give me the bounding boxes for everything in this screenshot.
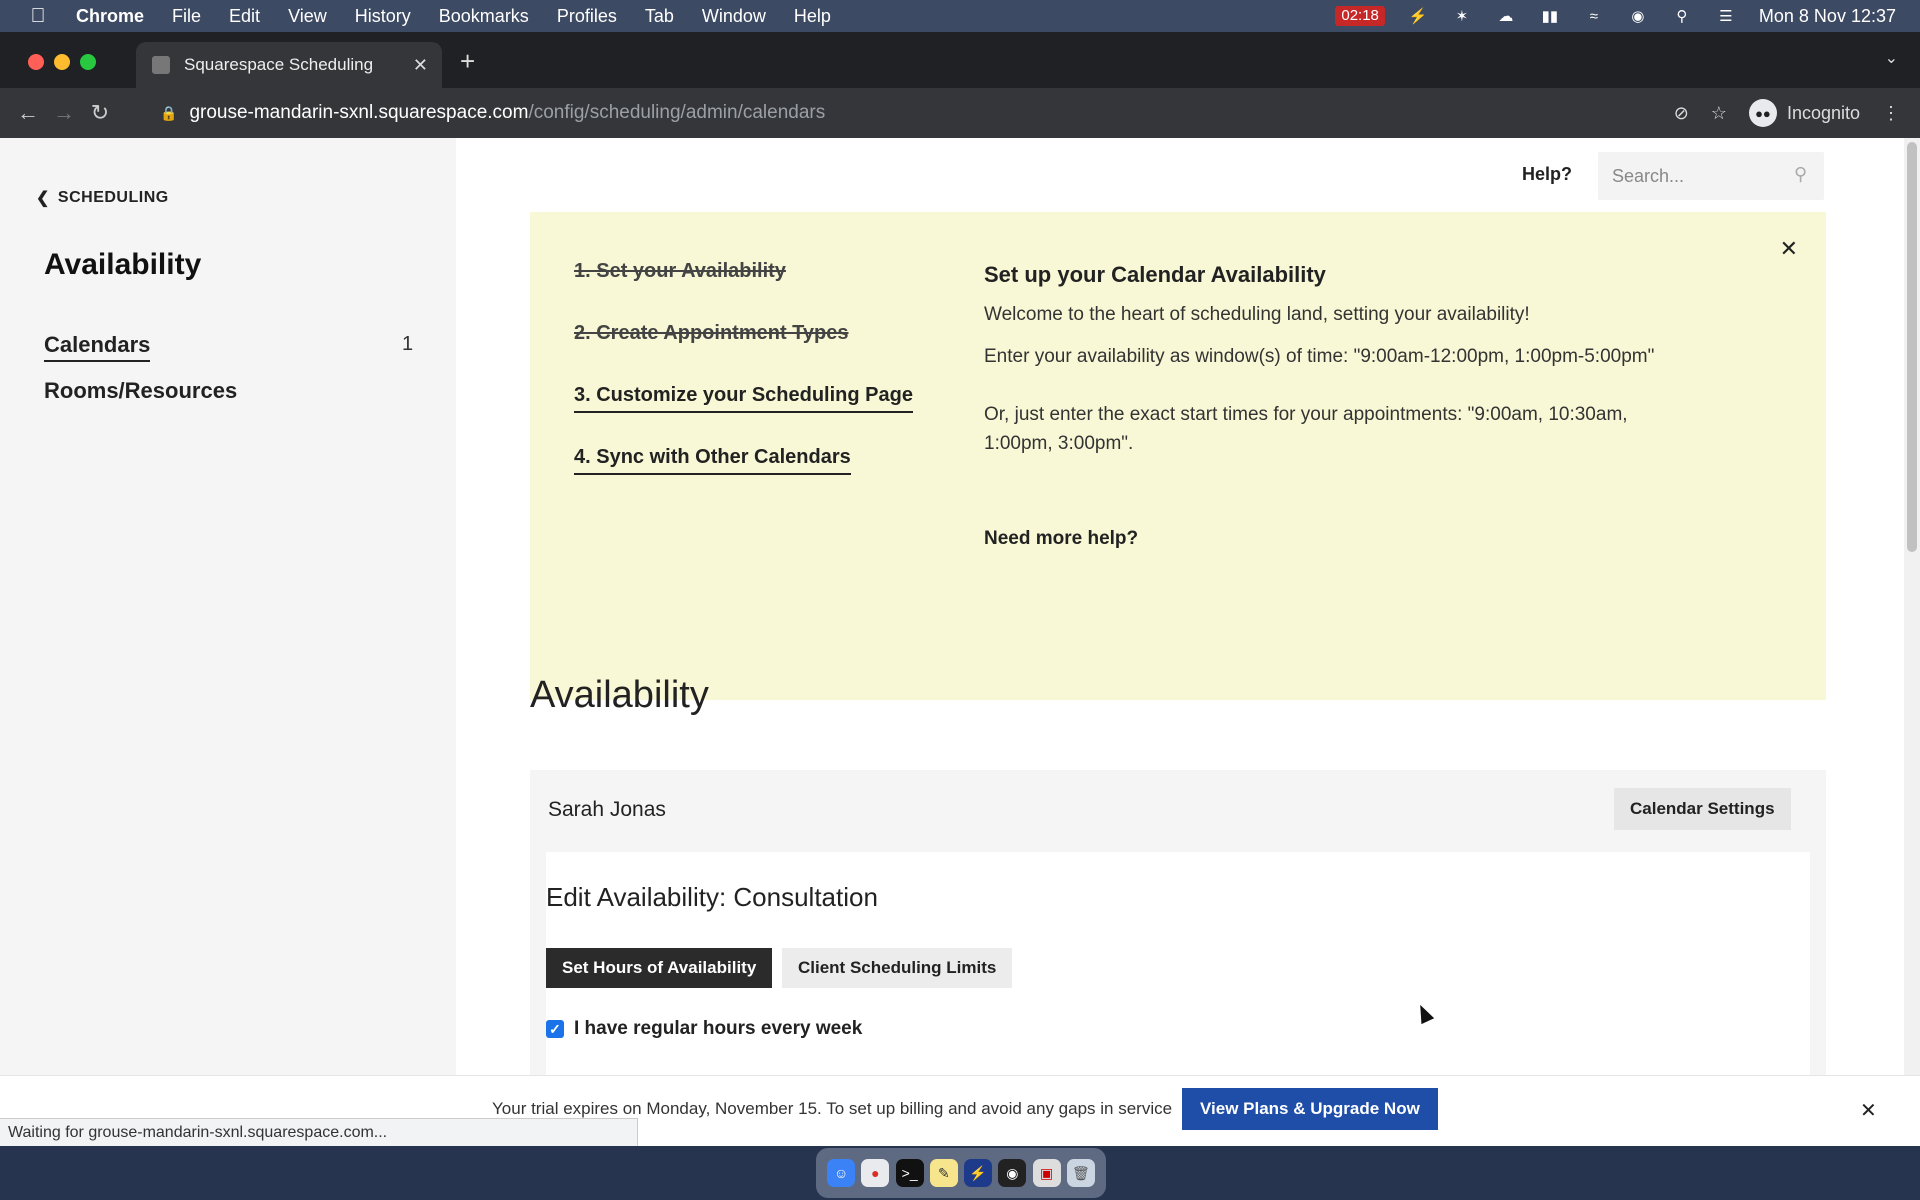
reeder-icon[interactable]: ⚡	[964, 1159, 993, 1187]
regular-hours-checkbox[interactable]: ✓	[546, 1020, 564, 1038]
menu-window[interactable]: Window	[702, 6, 766, 27]
menu-history[interactable]: History	[355, 6, 411, 27]
menubar-status-area: 02:18 ⚡ ✶ ☁ ▮▮ ≈ ◉ ⚲ ☰ Mon 8 Nov 12:37	[1335, 0, 1896, 32]
regular-hours-row[interactable]: ✓ I have regular hours every week	[546, 1018, 862, 1040]
squarespace-favicon-icon	[152, 56, 170, 74]
sidebar-item-calendars[interactable]: Calendars	[44, 332, 151, 362]
step-sync-calendars[interactable]: 4. Sync with Other Calendars	[574, 446, 851, 475]
browser-tabstrip: Squarespace Scheduling ✕ + ⌄	[0, 32, 1920, 88]
bluetooth-icon[interactable]: ✶	[1451, 7, 1473, 25]
notes-icon[interactable]: ✎	[929, 1159, 958, 1187]
reload-icon[interactable]: ↻	[82, 100, 118, 126]
tab-set-hours[interactable]: Set Hours of Availability	[546, 948, 773, 988]
back-arrow-icon[interactable]: ←	[10, 100, 46, 126]
tab-search-chevron-icon[interactable]: ⌄	[1885, 48, 1898, 68]
need-more-help-link[interactable]: Need more help?	[984, 528, 1138, 550]
user-icon[interactable]: ◉	[1627, 7, 1649, 25]
bolt-icon[interactable]: ⚡	[1407, 7, 1429, 25]
control-center-icon[interactable]: ☰	[1715, 7, 1737, 25]
bookmark-star-icon[interactable]: ☆	[1711, 103, 1727, 124]
sidebar-item-rooms-resources[interactable]: Rooms/Resources	[44, 378, 237, 404]
sidebar: ❮ SCHEDULING Availability Calendars 1 Ro…	[0, 138, 456, 1146]
screen-recorder-icon[interactable]: ◉	[998, 1159, 1027, 1187]
step-set-availability[interactable]: 1. Set your Availability	[574, 260, 786, 283]
browser-status-bubble: Waiting for grouse-mandarin-sxnl.squares…	[0, 1118, 638, 1148]
step-create-appointment-types[interactable]: 2. Create Appointment Types	[574, 322, 849, 345]
calendars-count: 1	[402, 333, 414, 355]
url-path: /config/scheduling/admin/calendars	[528, 102, 826, 123]
incognito-profile[interactable]: ●● Incognito	[1748, 99, 1860, 127]
back-label: SCHEDULING	[57, 189, 169, 206]
browser-toolbar: ← → ↻ 🔒 grouse-mandarin-sxnl.squarespace…	[0, 88, 1920, 138]
menu-profiles[interactable]: Profiles	[557, 6, 617, 27]
terminal-icon[interactable]: >_	[895, 1159, 924, 1187]
eye-off-icon[interactable]: ⊘	[1674, 103, 1689, 124]
preview-icon[interactable]: ▣	[1032, 1159, 1061, 1187]
window-zoom-icon[interactable]	[80, 54, 96, 70]
menu-help[interactable]: Help	[794, 6, 831, 27]
apple-icon[interactable]: 	[26, 5, 50, 28]
regular-hours-label: I have regular hours every week	[574, 1018, 863, 1039]
spotlight-search-icon[interactable]: ⚲	[1671, 7, 1693, 25]
incognito-label: Incognito	[1786, 102, 1860, 123]
macos-menubar:  Chrome File Edit View History Bookmark…	[0, 0, 1920, 32]
menu-tab[interactable]: Tab	[645, 6, 674, 27]
back-to-scheduling-link[interactable]: ❮ SCHEDULING	[36, 188, 169, 208]
incognito-icon: ●●	[1748, 99, 1777, 127]
lock-icon[interactable]: 🔒	[160, 105, 177, 122]
page-viewport: ❮ SCHEDULING Availability Calendars 1 Ro…	[0, 138, 1920, 1146]
tab-close-icon[interactable]: ✕	[413, 55, 428, 76]
trial-close-icon[interactable]: ✕	[1860, 1098, 1877, 1123]
banner-close-icon[interactable]: ✕	[1780, 236, 1798, 262]
search-icon[interactable]: ⚲	[1794, 164, 1816, 186]
menu-view[interactable]: View	[288, 6, 327, 27]
upgrade-button[interactable]: View Plans & Upgrade Now	[1182, 1088, 1438, 1130]
tab-title: Squarespace Scheduling	[184, 55, 374, 74]
menu-app-chrome[interactable]: Chrome	[76, 6, 144, 27]
new-tab-icon[interactable]: +	[460, 46, 475, 77]
forward-arrow-icon[interactable]: →	[46, 100, 82, 126]
wifi-icon[interactable]: ≈	[1583, 7, 1605, 25]
recording-timer[interactable]: 02:18	[1335, 6, 1385, 26]
chevron-left-icon: ❮	[36, 190, 50, 207]
scrollbar-thumb[interactable]	[1907, 142, 1917, 552]
page-scrollbar[interactable]	[1904, 138, 1920, 1146]
step-customize-scheduling-page[interactable]: 3. Customize your Scheduling Page	[574, 384, 913, 413]
menu-bookmarks[interactable]: Bookmarks	[439, 6, 529, 27]
trial-text: Your trial expires on Monday, November 1…	[492, 1099, 1173, 1118]
menu-edit[interactable]: Edit	[229, 6, 260, 27]
window-minimize-icon[interactable]	[54, 54, 70, 70]
banner-welcome-text: Welcome to the heart of scheduling land,…	[984, 304, 1530, 325]
search-input[interactable]	[1598, 152, 1824, 200]
page-title: Availability	[530, 674, 709, 716]
window-close-icon[interactable]	[28, 54, 44, 70]
finder-icon[interactable]: ☺	[827, 1159, 856, 1187]
chrome-menu-icon[interactable]: ⋮	[1882, 103, 1900, 124]
battery-icon[interactable]: ▮▮	[1539, 7, 1561, 25]
browser-tab-active[interactable]: Squarespace Scheduling ✕	[136, 42, 442, 88]
setup-banner: 1. Set your Availability 2. Create Appoi…	[530, 212, 1826, 700]
sidebar-title: Availability	[44, 248, 202, 281]
calendar-settings-button[interactable]: Calendar Settings	[1614, 788, 1791, 830]
cloud-icon[interactable]: ☁	[1495, 7, 1517, 25]
banner-window-text: Enter your availability as window(s) of …	[984, 346, 1655, 367]
url-host: grouse-mandarin-sxnl.squarespace.com	[189, 102, 529, 123]
calendar-owner-name: Sarah Jonas	[548, 798, 666, 821]
tab-client-limits[interactable]: Client Scheduling Limits	[782, 948, 1013, 988]
trash-icon[interactable]: 🗑	[1066, 1159, 1095, 1187]
help-link[interactable]: Help?	[1522, 164, 1572, 185]
menubar-clock[interactable]: Mon 8 Nov 12:37	[1759, 6, 1896, 27]
banner-start-times-text: Or, just enter the exact start times for…	[984, 404, 1628, 454]
address-bar[interactable]: 🔒 grouse-mandarin-sxnl.squarespace.com/c…	[146, 95, 1726, 131]
edit-availability-title: Edit Availability: Consultation	[546, 882, 878, 912]
macos-dock: ☺ ● >_ ✎ ⚡ ◉ ▣ 🗑	[816, 1148, 1106, 1198]
chrome-icon[interactable]: ●	[861, 1159, 890, 1187]
toolbar-right: ⊘ ☆ ●● Incognito ⋮	[1674, 88, 1900, 138]
menu-file[interactable]: File	[172, 6, 201, 27]
banner-title: Set up your Calendar Availability	[984, 262, 1326, 287]
